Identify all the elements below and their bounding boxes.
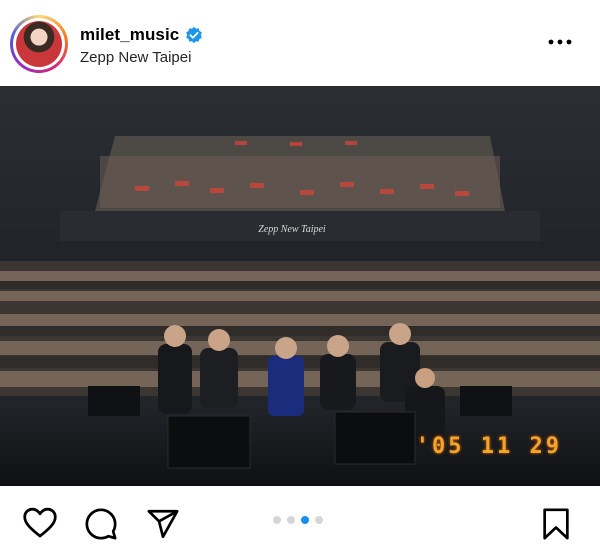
post-actions [0, 486, 600, 548]
comment-icon[interactable] [84, 507, 118, 541]
location-link[interactable]: Zepp New Taipei [80, 49, 191, 66]
carousel-dot-active [301, 516, 309, 524]
avatar[interactable] [10, 15, 68, 73]
heart-icon[interactable] [22, 507, 58, 539]
verified-badge-icon [186, 26, 203, 44]
date-stamp: '05 11 29 [415, 434, 562, 459]
carousel-dot [287, 516, 295, 524]
venue-sign: Zepp New Taipei [258, 224, 326, 235]
post-header: milet_music Zepp New Taipei [0, 0, 600, 86]
username[interactable]: milet_music [80, 25, 179, 45]
post-photo[interactable]: Zepp New Taipei '05 11 29 [0, 86, 600, 486]
more-options-icon[interactable] [546, 32, 574, 52]
concert-photo-illustration: Zepp New Taipei [0, 86, 600, 486]
carousel-indicator [273, 516, 323, 524]
username-row: milet_music [80, 25, 203, 45]
carousel-dot [315, 516, 323, 524]
carousel-dot [273, 516, 281, 524]
bookmark-icon[interactable] [540, 507, 572, 541]
avatar-image [16, 21, 62, 67]
send-icon[interactable] [146, 507, 180, 541]
avatar-border [13, 18, 65, 70]
